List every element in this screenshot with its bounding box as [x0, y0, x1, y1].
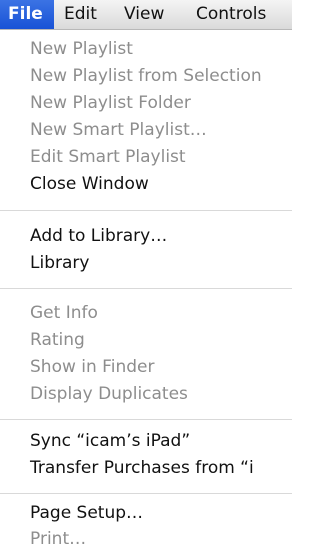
menu-bar: File Edit View Controls — [0, 0, 292, 30]
menu-item-library[interactable]: Library — [0, 250, 292, 277]
menu-controls[interactable]: Controls — [196, 0, 266, 29]
menu-separator — [0, 493, 292, 494]
menu-view[interactable]: View — [124, 0, 164, 29]
menu-item-sync-ipad[interactable]: Sync “icam’s iPad” — [0, 428, 292, 455]
menu-item-display-duplicates: Display Duplicates — [30, 384, 188, 404]
menu-item-new-playlist-folder: New Playlist Folder — [30, 93, 191, 113]
menu-item-page-setup[interactable]: Page Setup… — [0, 500, 292, 527]
menu-edit[interactable]: Edit — [64, 0, 97, 29]
menu-item-rating: Rating — [30, 330, 85, 350]
menu-item-edit-smart-playlist: Edit Smart Playlist — [30, 147, 186, 167]
menu-item-show-in-finder: Show in Finder — [30, 357, 155, 377]
menu-item-get-info: Get Info — [30, 303, 98, 323]
menu-item-print: Print… — [30, 529, 87, 549]
menu-separator — [0, 210, 292, 211]
file-dropdown-menu: New Playlist New Playlist from Selection… — [0, 30, 292, 552]
menu-item-new-playlist: New Playlist — [30, 39, 133, 59]
menu-item-new-playlist-from-selection: New Playlist from Selection — [30, 66, 262, 86]
menu-file[interactable]: File — [0, 0, 54, 29]
menu-item-add-to-library[interactable]: Add to Library… — [0, 223, 292, 250]
itunes-file-menu-screen: File Edit View Controls New Playlist New… — [0, 0, 292, 552]
menu-item-transfer-purchases[interactable]: Transfer Purchases from “i — [0, 455, 292, 482]
menu-item-close-window[interactable]: Close Window — [0, 171, 292, 198]
menu-item-new-smart-playlist: New Smart Playlist… — [30, 120, 207, 140]
menu-separator — [0, 419, 292, 420]
menu-separator — [0, 288, 292, 289]
